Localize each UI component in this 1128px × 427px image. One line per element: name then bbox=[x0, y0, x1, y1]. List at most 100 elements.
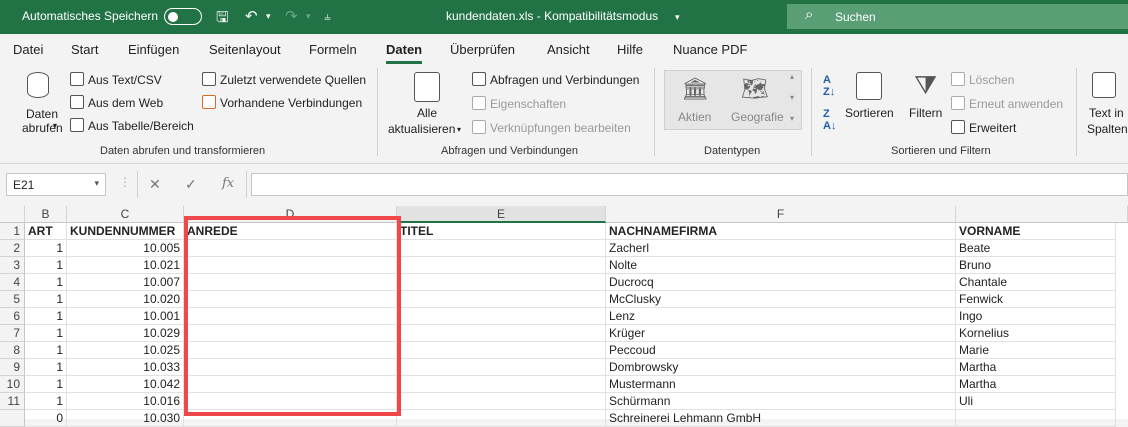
table-cell[interactable] bbox=[397, 291, 606, 308]
table-cell[interactable] bbox=[397, 325, 606, 342]
table-cell[interactable]: Nolte bbox=[606, 257, 956, 274]
row-header[interactable]: 1 bbox=[0, 223, 25, 240]
table-cell[interactable]: Dombrowsky bbox=[606, 359, 956, 376]
table-cell[interactable]: 10.033 bbox=[67, 359, 184, 376]
queries-connections-button[interactable]: Abfragen und Verbindungen bbox=[472, 72, 639, 87]
text-to-columns-line1[interactable]: Text in bbox=[1089, 106, 1124, 120]
table-cell[interactable]: 1 bbox=[25, 291, 67, 308]
row-header[interactable]: 4 bbox=[0, 274, 25, 291]
undo-dropdown-icon[interactable]: ▾ bbox=[266, 11, 271, 22]
row-header[interactable]: 10 bbox=[0, 376, 25, 393]
column-header-e[interactable]: E bbox=[397, 206, 606, 223]
tab-formeln[interactable]: Formeln bbox=[309, 42, 357, 57]
from-text-csv-button[interactable]: Aus Text/CSV bbox=[70, 72, 162, 87]
tab-seitenlayout[interactable]: Seitenlayout bbox=[209, 42, 281, 57]
table-cell[interactable]: Martha bbox=[956, 376, 1116, 393]
table-cell[interactable]: 1 bbox=[25, 274, 67, 291]
text-to-columns-line2[interactable]: Spalten bbox=[1087, 122, 1128, 136]
table-cell[interactable] bbox=[397, 257, 606, 274]
gallery-up-icon[interactable]: ▴ bbox=[790, 72, 794, 81]
title-dropdown-icon[interactable]: ▾ bbox=[675, 12, 680, 23]
autosave-toggle[interactable] bbox=[164, 8, 202, 25]
table-cell[interactable]: 10.029 bbox=[67, 325, 184, 342]
name-box-dropdown-icon[interactable]: ▾ bbox=[94, 178, 99, 189]
table-cell[interactable]: Mustermann bbox=[606, 376, 956, 393]
enter-icon[interactable]: ✓ bbox=[185, 176, 197, 193]
table-cell[interactable]: 1 bbox=[25, 376, 67, 393]
table-cell[interactable]: Lenz bbox=[606, 308, 956, 325]
sort-button[interactable]: Sortieren bbox=[845, 106, 894, 120]
cancel-icon[interactable]: ✕ bbox=[149, 176, 161, 193]
existing-connections-button[interactable]: Vorhandene Verbindungen bbox=[202, 95, 362, 110]
from-table-button[interactable]: Aus Tabelle/Bereich bbox=[70, 118, 194, 133]
table-cell[interactable]: 1 bbox=[25, 393, 67, 410]
table-cell[interactable]: McClusky bbox=[606, 291, 956, 308]
table-cell[interactable]: Chantale bbox=[956, 274, 1116, 291]
table-cell[interactable]: 10.042 bbox=[67, 376, 184, 393]
formula-input[interactable] bbox=[251, 173, 1128, 196]
tab-hilfe[interactable]: Hilfe bbox=[617, 42, 643, 57]
table-cell[interactable]: 10.005 bbox=[67, 240, 184, 257]
table-cell[interactable]: Fenwick bbox=[956, 291, 1116, 308]
row-header[interactable]: 3 bbox=[0, 257, 25, 274]
table-cell[interactable] bbox=[397, 240, 606, 257]
table-cell[interactable]: 1 bbox=[25, 342, 67, 359]
tab-nuance-pdf[interactable]: Nuance PDF bbox=[673, 42, 747, 57]
header-cell[interactable]: NACHNAMEFIRMA bbox=[606, 223, 956, 240]
table-cell[interactable]: 1 bbox=[25, 308, 67, 325]
tab-datei[interactable]: Datei bbox=[13, 42, 43, 57]
table-cell[interactable]: 10.007 bbox=[67, 274, 184, 291]
select-all-corner[interactable] bbox=[0, 206, 25, 223]
table-cell[interactable]: 10.016 bbox=[67, 393, 184, 410]
row-header[interactable]: 8 bbox=[0, 342, 25, 359]
row-header[interactable]: 9 bbox=[0, 359, 25, 376]
tab-ueberpruefen[interactable]: Überprüfen bbox=[450, 42, 515, 57]
recent-sources-button[interactable]: Zuletzt verwendete Quellen bbox=[202, 72, 366, 87]
table-cell[interactable] bbox=[397, 393, 606, 410]
header-cell[interactable]: ART bbox=[25, 223, 67, 240]
table-cell[interactable]: Ducrocq bbox=[606, 274, 956, 291]
table-cell[interactable]: 10.020 bbox=[67, 291, 184, 308]
table-cell[interactable]: 10.025 bbox=[67, 342, 184, 359]
table-cell[interactable]: Peccoud bbox=[606, 342, 956, 359]
table-cell[interactable] bbox=[397, 308, 606, 325]
get-data-dropdown-icon[interactable]: ▾ bbox=[53, 121, 57, 130]
table-cell[interactable] bbox=[397, 376, 606, 393]
advanced-filter-button[interactable]: Erweitert bbox=[951, 120, 1016, 135]
insert-function-icon[interactable]: fx bbox=[222, 176, 234, 191]
table-cell[interactable]: Schürmann bbox=[606, 393, 956, 410]
header-cell[interactable]: VORNAME bbox=[956, 223, 1116, 240]
tab-daten[interactable]: Daten bbox=[386, 42, 423, 64]
row-header[interactable]: 7 bbox=[0, 325, 25, 342]
refresh-all-line2[interactable]: aktualisieren bbox=[388, 122, 455, 136]
gallery-more-icon[interactable]: ▾ bbox=[790, 114, 794, 123]
stocks-button[interactable]: Aktien bbox=[678, 110, 711, 124]
table-cell[interactable] bbox=[397, 274, 606, 291]
customize-toolbar-icon[interactable]: ⫨ bbox=[324, 9, 331, 24]
table-cell[interactable]: 1 bbox=[25, 257, 67, 274]
table-cell[interactable]: Martha bbox=[956, 359, 1116, 376]
table-cell[interactable]: Marie bbox=[956, 342, 1116, 359]
column-header-c[interactable]: C bbox=[67, 206, 184, 223]
table-cell[interactable]: 10.001 bbox=[67, 308, 184, 325]
undo-icon[interactable]: ↶ bbox=[245, 7, 258, 25]
row-header[interactable]: 2 bbox=[0, 240, 25, 257]
from-web-button[interactable]: Aus dem Web bbox=[70, 95, 163, 110]
tab-ansicht[interactable]: Ansicht bbox=[547, 42, 590, 57]
gallery-down-icon[interactable]: ▾ bbox=[790, 93, 794, 102]
table-cell[interactable]: Uli bbox=[956, 393, 1116, 410]
refresh-dropdown-icon[interactable]: ▾ bbox=[457, 125, 461, 134]
column-header-g[interactable] bbox=[956, 206, 1128, 223]
name-box[interactable]: E21 ▾ bbox=[6, 173, 106, 196]
sort-az-icon[interactable]: A Z↓ bbox=[823, 74, 835, 98]
header-cell[interactable]: TITEL bbox=[397, 223, 606, 240]
tab-einfuegen[interactable]: Einfügen bbox=[128, 42, 179, 57]
table-cell[interactable] bbox=[397, 359, 606, 376]
row-header[interactable]: 11 bbox=[0, 393, 25, 410]
geography-button[interactable]: Geografie bbox=[731, 110, 784, 124]
table-cell[interactable]: Beate bbox=[956, 240, 1116, 257]
table-cell[interactable]: 1 bbox=[25, 325, 67, 342]
table-cell[interactable]: Kornelius bbox=[956, 325, 1116, 342]
tab-start[interactable]: Start bbox=[71, 42, 98, 57]
row-header[interactable]: 5 bbox=[0, 291, 25, 308]
